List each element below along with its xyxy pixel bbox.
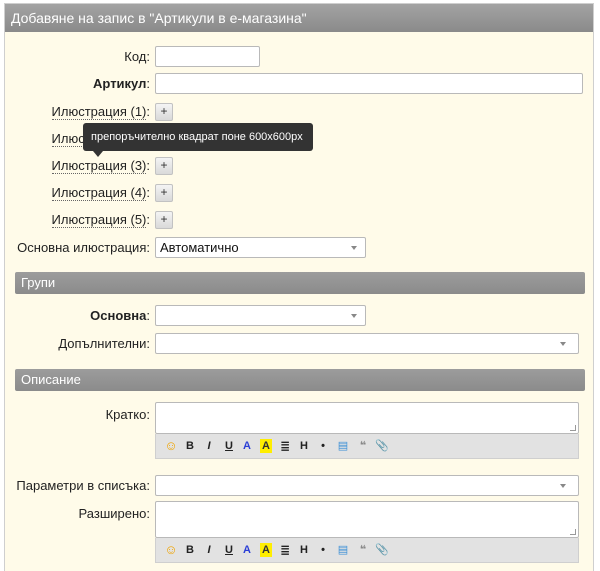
illustration-5-label: Илюстрация (5):	[51, 212, 150, 228]
quote-icon[interactable]: ❝	[356, 543, 370, 557]
description-extended-toolbar: ☺ B I U A A ≣ H • ▤ ❝ 📎	[155, 538, 579, 563]
chevron-down-icon	[351, 246, 357, 250]
description-extended-label: Разширено:	[78, 506, 150, 521]
underline-button[interactable]: U	[223, 543, 235, 557]
description-short-textarea[interactable]	[155, 402, 579, 434]
groups-main-label: Основна:	[90, 308, 150, 323]
list-params-select[interactable]	[155, 475, 579, 496]
bullet-list-icon[interactable]: •	[318, 543, 328, 557]
code-label: Код:	[124, 49, 150, 64]
section-description-header: Описание	[15, 369, 585, 391]
bold-button[interactable]: B	[184, 439, 196, 453]
groups-additional-row: Допълнителни:	[5, 333, 593, 355]
illustration-3-row: Илюстрация (3): +	[5, 155, 593, 177]
chevron-down-icon	[560, 342, 566, 346]
groups-additional-select[interactable]	[155, 333, 579, 354]
main-illustration-select[interactable]: Автоматично	[155, 237, 366, 258]
italic-button[interactable]: I	[204, 439, 214, 453]
align-icon[interactable]: ≣	[278, 543, 292, 557]
heading-button[interactable]: H	[298, 439, 310, 453]
illustration-tooltip: препоръчително квадрат поне 600x600px	[83, 123, 313, 151]
text-color-button[interactable]: A	[241, 543, 253, 557]
description-short-label: Кратко:	[105, 407, 150, 422]
quote-icon[interactable]: ❝	[356, 439, 370, 453]
groups-main-row: Основна:	[5, 305, 593, 327]
illustration-4-label: Илюстрация (4):	[51, 185, 150, 201]
table-icon[interactable]: ▤	[336, 439, 350, 453]
resize-grip-icon[interactable]	[570, 529, 576, 535]
illustration-4-row: Илюстрация (4): +	[5, 182, 593, 204]
illustration-1-add-button[interactable]: +	[155, 103, 173, 121]
main-illustration-label: Основна илюстрация:	[17, 240, 150, 255]
illustration-4-add-button[interactable]: +	[155, 184, 173, 202]
attachment-icon[interactable]: 📎	[375, 439, 389, 453]
list-params-label: Параметри в списъка:	[16, 478, 150, 493]
align-icon[interactable]: ≣	[278, 439, 292, 453]
table-icon[interactable]: ▤	[336, 543, 350, 557]
code-row: Код:	[5, 46, 593, 68]
italic-button[interactable]: I	[204, 543, 214, 557]
text-color-button[interactable]: A	[241, 439, 253, 453]
smiley-icon[interactable]: ☺	[164, 439, 178, 453]
heading-button[interactable]: H	[298, 543, 310, 557]
groups-main-select[interactable]	[155, 305, 366, 326]
list-params-row: Параметри в списъка:	[5, 475, 593, 497]
description-short-toolbar: ☺ B I U A A ≣ H • ▤ ❝ 📎	[155, 434, 579, 459]
chevron-down-icon	[351, 314, 357, 318]
main-illustration-row: Основна илюстрация: Автоматично	[5, 237, 593, 259]
illustration-3-label: Илюстрация (3):	[51, 158, 150, 174]
illustration-3-add-button[interactable]: +	[155, 157, 173, 175]
dialog-title: Добавяне на запис в "Артикули в е-магази…	[5, 4, 593, 32]
dialog: Добавяне на запис в "Артикули в е-магази…	[4, 3, 594, 571]
highlight-button[interactable]: A	[260, 543, 272, 557]
description-extended-textarea[interactable]	[155, 501, 579, 538]
highlight-button[interactable]: A	[260, 439, 272, 453]
illustration-1-label: Илюстрация (1):	[51, 104, 150, 120]
chevron-down-icon	[560, 484, 566, 488]
underline-button[interactable]: U	[223, 439, 235, 453]
tooltip-arrow	[93, 151, 103, 157]
illustration-5-row: Илюстрация (5): +	[5, 209, 593, 231]
main-illustration-value: Автоматично	[160, 240, 239, 255]
bullet-list-icon[interactable]: •	[318, 439, 328, 453]
bold-button[interactable]: B	[184, 543, 196, 557]
groups-additional-label: Допълнителни:	[58, 336, 150, 351]
article-label: Артикул:	[93, 76, 150, 91]
resize-grip-icon[interactable]	[570, 425, 576, 431]
article-row: Артикул:	[5, 73, 593, 95]
article-input[interactable]	[155, 73, 583, 94]
attachment-icon[interactable]: 📎	[375, 543, 389, 557]
section-groups-header: Групи	[15, 272, 585, 294]
smiley-icon[interactable]: ☺	[164, 543, 178, 557]
illustration-1-row: Илюстрация (1): +	[5, 101, 593, 123]
code-input[interactable]	[155, 46, 260, 67]
illustration-5-add-button[interactable]: +	[155, 211, 173, 229]
